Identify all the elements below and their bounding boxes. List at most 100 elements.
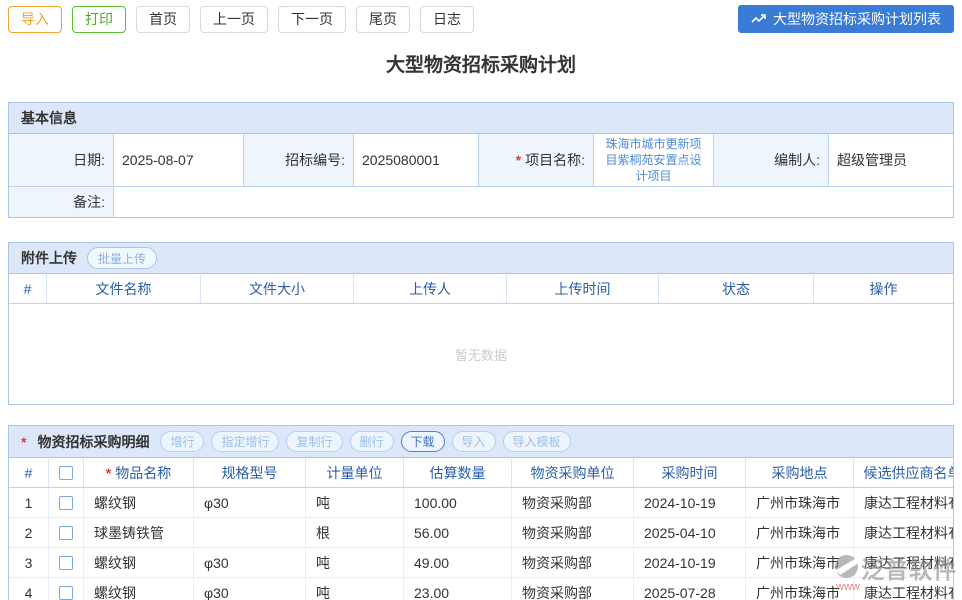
cell-time: 2025-04-10 xyxy=(634,518,746,547)
first-page-button[interactable]: 首页 xyxy=(136,6,190,33)
basic-info-section: 基本信息 日期: 2025-08-07 招标编号: 2025080001 * 项… xyxy=(8,102,954,218)
bid-no-label: 招标编号: xyxy=(244,134,354,187)
attachments-col-header-5: 状态 xyxy=(659,274,814,303)
attachments-col-header-2: 文件大小 xyxy=(201,274,354,303)
row-checkbox[interactable] xyxy=(59,586,73,600)
table-row: 3螺纹钢φ30吨49.00物资采购部2024-10-19广州市珠海市康达工程材料… xyxy=(9,548,953,578)
detail-col-header-7: 采购时间 xyxy=(634,458,746,487)
toolbar: 导入 打印 首页 上一页 下一页 尾页 日志 大型物资招标采购计划列表 xyxy=(8,4,954,34)
cell-row-number: 2 xyxy=(9,518,49,547)
cell-supplier: 康达工程材料有限 xyxy=(854,488,954,517)
detail-table-body: 1螺纹钢φ30吨100.00物资采购部2024-10-19广州市珠海市康达工程材… xyxy=(9,488,953,600)
attachments-section: 附件上传 批量上传 #文件名称文件大小上传人上传时间状态操作 暂无数据 xyxy=(8,242,954,405)
cell-row-number: 1 xyxy=(9,488,49,517)
import-button[interactable]: 导入 xyxy=(8,6,62,33)
attachments-col-header-6: 操作 xyxy=(814,274,953,303)
detail-section-header: * 物资招标采购明细 增行指定增行复制行删行下载导入导入模板 xyxy=(9,426,953,458)
creator-value: 超级管理员 xyxy=(829,134,953,187)
cell-spec: φ30 xyxy=(194,488,306,517)
cell-row-number: 4 xyxy=(9,578,49,600)
attachments-col-header-4: 上传时间 xyxy=(507,274,659,303)
project-value-cell: 珠海市城市更新项目紫桐苑安置点设计项目 xyxy=(594,134,714,187)
required-asterisk: * xyxy=(516,152,521,168)
detail-button-2[interactable]: 复制行 xyxy=(286,431,342,452)
bid-no-value[interactable]: 2025080001 xyxy=(354,134,479,187)
detail-button-6[interactable]: 导入模板 xyxy=(503,431,571,452)
cell-time: 2025-07-28 xyxy=(634,578,746,600)
cell-supplier: 康达工程材料有限 xyxy=(854,548,954,577)
required-asterisk: * xyxy=(21,434,26,450)
cell-name: 螺纹钢 xyxy=(84,488,194,517)
cell-dept: 物资采购部 xyxy=(512,578,634,600)
cell-name: 螺纹钢 xyxy=(84,548,194,577)
last-page-button[interactable]: 尾页 xyxy=(356,6,410,33)
detail-toolbar: 增行指定增行复制行删行下载导入导入模板 xyxy=(160,431,570,452)
cell-dept: 物资采购部 xyxy=(512,518,634,547)
detail-col-header-1 xyxy=(49,458,84,487)
detail-col-header-6: 物资采购单位 xyxy=(512,458,634,487)
table-row: 1螺纹钢φ30吨100.00物资采购部2024-10-19广州市珠海市康达工程材… xyxy=(9,488,953,518)
plan-list-button[interactable]: 大型物资招标采购计划列表 xyxy=(738,5,954,33)
attachments-col-header-1: 文件名称 xyxy=(47,274,201,303)
detail-section-title: 物资招标采购明细 xyxy=(37,432,149,452)
detail-button-4[interactable]: 下载 xyxy=(401,431,445,452)
row-checkbox-cell xyxy=(49,578,84,600)
cell-unit: 吨 xyxy=(306,578,404,600)
detail-button-5[interactable]: 导入 xyxy=(452,431,496,452)
select-all-checkbox[interactable] xyxy=(59,466,73,480)
cell-qty: 100.00 xyxy=(404,488,512,517)
cell-place: 广州市珠海市 xyxy=(746,518,854,547)
detail-col-header-5: 估算数量 xyxy=(404,458,512,487)
cell-place: 广州市珠海市 xyxy=(746,578,854,600)
creator-label: 编制人: xyxy=(714,134,829,187)
cell-place: 广州市珠海市 xyxy=(746,548,854,577)
trend-arrow-icon xyxy=(751,13,767,25)
cell-spec: φ30 xyxy=(194,578,306,600)
detail-col-header-9: 候选供应商名单 xyxy=(854,458,954,487)
detail-col-header-3: 规格型号 xyxy=(194,458,306,487)
cell-supplier: 康达工程材料有限 xyxy=(854,518,954,547)
attachments-table-header: #文件名称文件大小上传人上传时间状态操作 xyxy=(9,274,953,304)
cell-unit: 吨 xyxy=(306,548,404,577)
table-row: 4 螺纹钢φ30吨23.00物资采购部2025-07-28广州市珠海市康达工程材料… xyxy=(9,578,953,600)
print-button[interactable]: 打印 xyxy=(72,6,126,33)
cell-qty: 49.00 xyxy=(404,548,512,577)
plan-list-button-label: 大型物资招标采购计划列表 xyxy=(773,9,941,29)
cell-name: 螺纹钢 xyxy=(84,578,194,600)
cell-qty: 23.00 xyxy=(404,578,512,600)
detail-button-1[interactable]: 指定增行 xyxy=(211,431,279,452)
page-title: 大型物资招标采购计划 xyxy=(8,50,954,76)
cell-unit: 吨 xyxy=(306,488,404,517)
attachments-col-header-3: 上传人 xyxy=(354,274,507,303)
table-row: 2球墨铸铁管根56.00物资采购部2025-04-10广州市珠海市康达工程材料有… xyxy=(9,518,953,548)
prev-page-button[interactable]: 上一页 xyxy=(200,6,268,33)
project-link[interactable]: 珠海市城市更新项目紫桐苑安置点设计项目 xyxy=(602,136,705,184)
remark-value[interactable] xyxy=(114,187,953,217)
detail-button-3[interactable]: 删行 xyxy=(350,431,394,452)
detail-button-0[interactable]: 增行 xyxy=(160,431,204,452)
cell-name: 球墨铸铁管 xyxy=(84,518,194,547)
cell-place: 广州市珠海市 xyxy=(746,488,854,517)
remark-row: 备注: xyxy=(9,187,953,217)
project-label: * 项目名称: xyxy=(479,134,594,187)
cell-supplier: 康达工程材料有限 xyxy=(854,578,954,600)
basic-info-section-title: 基本信息 xyxy=(9,103,953,134)
cell-qty: 56.00 xyxy=(404,518,512,547)
attachments-col-header-0: # xyxy=(9,274,47,303)
cell-time: 2024-10-19 xyxy=(634,488,746,517)
basic-info-grid: 日期: 2025-08-07 招标编号: 2025080001 * 项目名称: … xyxy=(9,134,953,187)
remark-label: 备注: xyxy=(9,187,114,217)
date-label: 日期: xyxy=(9,134,114,187)
row-checkbox[interactable] xyxy=(59,496,73,510)
detail-col-header-4: 计量单位 xyxy=(306,458,404,487)
cell-time: 2024-10-19 xyxy=(634,548,746,577)
row-checkbox[interactable] xyxy=(59,556,73,570)
row-checkbox[interactable] xyxy=(59,526,73,540)
log-button[interactable]: 日志 xyxy=(420,6,474,33)
next-page-button[interactable]: 下一页 xyxy=(278,6,346,33)
attachments-empty-state: 暂无数据 xyxy=(9,304,953,404)
date-value[interactable]: 2025-08-07 xyxy=(114,134,244,187)
batch-upload-button[interactable]: 批量上传 xyxy=(87,247,157,269)
attachments-section-title: 附件上传 xyxy=(21,248,77,268)
required-asterisk: * xyxy=(106,465,111,481)
